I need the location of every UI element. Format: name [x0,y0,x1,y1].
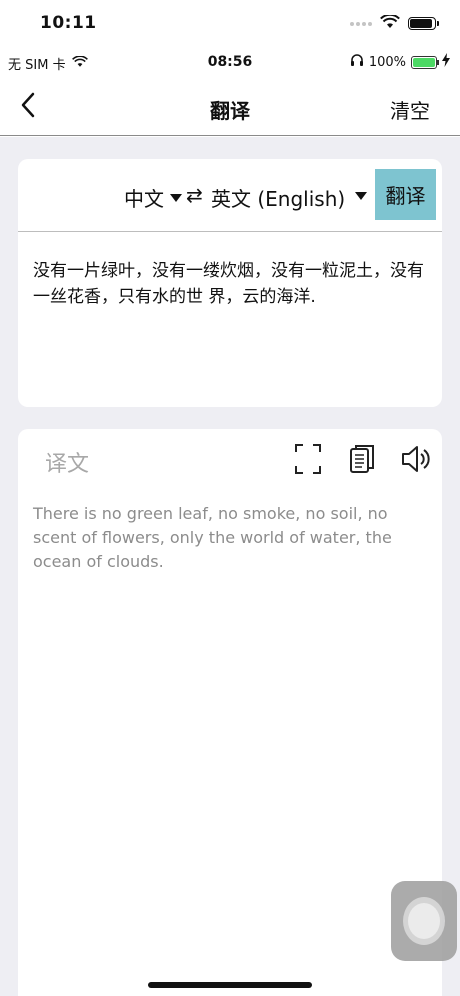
dropdown-arrow-icon[interactable] [355,192,367,200]
language-bar: 中文 ⇄ 英文 (English) 翻译 [18,159,442,232]
translation-output-text: There is no green leaf, no smoke, no soi… [33,504,392,571]
copy-button[interactable] [346,442,378,476]
app-status-bar: 无 SIM 卡 08:56 100% [0,50,460,76]
target-language-select[interactable]: 英文 (English) [211,183,345,212]
clear-button[interactable]: 清空 [390,95,430,124]
assistive-touch-button[interactable] [391,881,457,961]
phone-screen: 10:11 无 SIM 卡 08:56 100% 翻译 清空 中文 ⇄ 英文 (… [0,0,460,996]
device-battery-icon [408,17,439,30]
signal-icon [350,21,372,26]
assistive-touch-core [408,903,440,939]
headphones-icon [350,53,364,71]
fullscreen-icon [295,444,321,474]
swap-languages-button[interactable]: ⇄ [186,183,203,207]
device-status-bar: 10:11 [0,0,460,46]
speaker-icon [402,446,430,472]
copy-icon [350,445,374,473]
output-card: 译文 There is no green leaf, no smoke, no … [18,429,442,996]
input-card: 中文 ⇄ 英文 (English) 翻译 没有一片绿叶，没有一缕炊烟，没有一粒泥… [18,159,442,407]
output-actions [292,442,432,476]
battery-icon [411,55,439,69]
dropdown-arrow-icon [170,193,182,202]
output-label: 译文 [45,452,90,477]
source-language-label: 中文 [124,187,164,211]
source-language-select[interactable]: 中文 [124,183,182,212]
source-text-input[interactable]: 没有一片绿叶，没有一缕炊烟，没有一粒泥土，没有一丝花香，只有水的世 界，云的海洋… [33,258,428,310]
battery-percent: 100% [368,54,406,70]
content-area: 中文 ⇄ 英文 (English) 翻译 没有一片绿叶，没有一缕炊烟，没有一粒泥… [0,137,460,996]
fullscreen-button[interactable] [292,442,324,476]
device-status-icons [350,13,439,33]
home-indicator[interactable] [148,982,312,988]
speak-button[interactable] [400,442,432,476]
wifi-icon [380,13,400,33]
app-status-icons: 100% [350,53,450,71]
charging-icon [442,53,450,71]
translate-button[interactable]: 翻译 [375,169,436,220]
device-time: 10:11 [40,13,97,33]
nav-bar: 翻译 清空 [0,80,460,136]
